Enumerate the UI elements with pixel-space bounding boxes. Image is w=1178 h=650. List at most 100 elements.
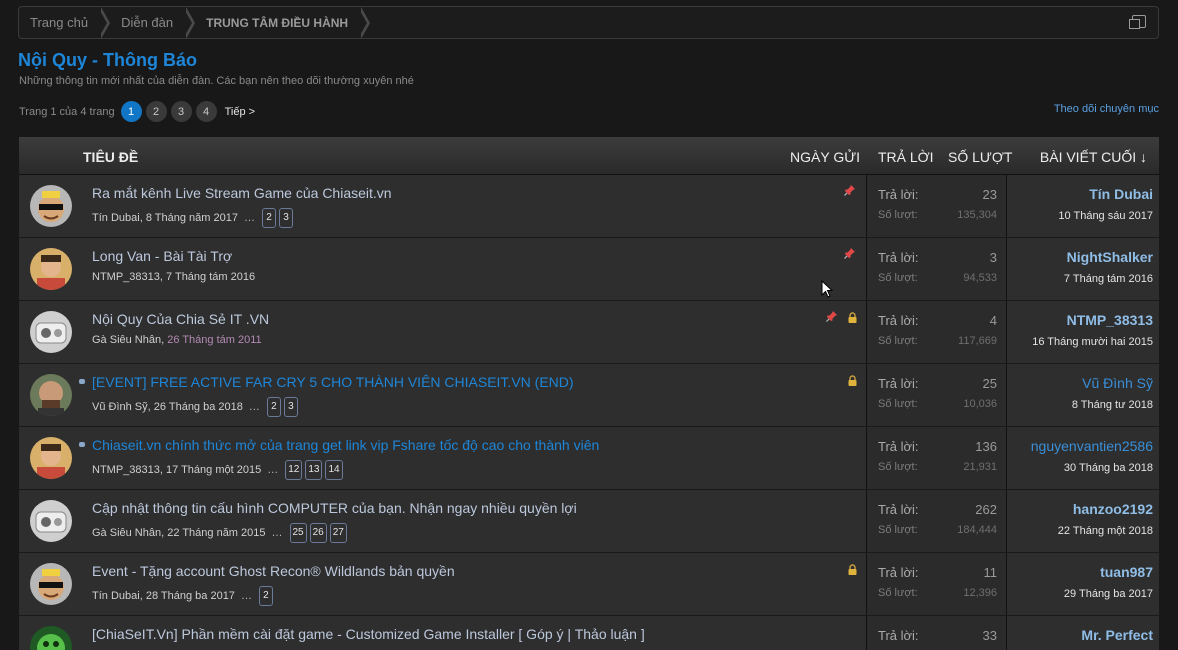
thread-author[interactable]: Gà Siêu Nhân <box>92 334 161 346</box>
thread-page-link[interactable]: 25 <box>289 523 307 543</box>
last-post: Vũ Đình Sỹ 8 Tháng tư 2018 <box>1003 364 1153 426</box>
views-count: 10,036 <box>963 398 997 410</box>
last-post: NTMP_38313 16 Tháng mười hai 2015 <box>1003 301 1153 363</box>
page-button-1[interactable]: 1 <box>120 101 142 122</box>
last-post-date[interactable]: 22 Tháng một 2018 <box>1058 525 1153 537</box>
page-description: Những thông tin mới nhất của diễn đàn. C… <box>19 75 414 87</box>
thread-author[interactable]: Gà Siêu Nhân <box>92 527 161 539</box>
thread-page-link[interactable]: 3 <box>278 208 293 228</box>
breadcrumb-label: Trang chủ <box>30 15 89 30</box>
last-post: NightShalker 7 Tháng tám 2016 <box>1003 238 1153 300</box>
last-post-user[interactable]: NightShalker <box>1067 249 1153 265</box>
avatar[interactable] <box>30 626 72 650</box>
last-post: tuan987 29 Tháng ba 2017 <box>1003 553 1153 615</box>
last-post-user[interactable]: Mr. Perfect <box>1081 627 1153 643</box>
page-button-2[interactable]: 2 <box>145 101 167 122</box>
jump-to-icon[interactable] <box>1129 15 1146 29</box>
thread-page-link[interactable]: 26 <box>309 523 327 543</box>
page-button-3[interactable]: 3 <box>170 101 192 122</box>
thread-start-date[interactable]: 8 Tháng năm 2017 <box>146 212 238 224</box>
page-button-4[interactable]: 4 <box>195 101 217 122</box>
thread-start-date[interactable]: 26 Tháng tám 2011 <box>167 334 261 346</box>
column-views[interactable]: SỐ LƯỢT <box>948 149 1012 165</box>
last-post-user[interactable]: hanzoo2192 <box>1073 501 1153 517</box>
thread-title[interactable]: Nội Quy Của Chia Sẻ IT .VN <box>92 311 269 327</box>
last-post-date[interactable]: 7 Tháng tám 2016 <box>1064 273 1153 285</box>
thread-row: Long Van - Bài Tài Trợ NTMP_38313, 7 Thán… <box>19 238 1159 301</box>
last-post-user[interactable]: tuan987 <box>1100 564 1153 580</box>
avatar[interactable] <box>30 563 72 605</box>
replies-label: Trả lời: <box>878 565 919 580</box>
last-post-date[interactable]: 8 Tháng tư 2018 <box>1072 399 1153 411</box>
column-title[interactable]: TIÊU ĐỀ <box>83 149 138 165</box>
replies-label: Trả lời: <box>878 313 919 328</box>
thread-title[interactable]: [EVENT] FREE ACTIVE FAR CRY 5 CHO THÀNH … <box>92 374 574 390</box>
thread-start-date[interactable]: 17 Tháng một 2015 <box>166 464 261 476</box>
views-count: 12,396 <box>963 587 997 599</box>
thread-title[interactable]: [ChiaSeIT.Vn] Phần mềm cài đặt game - Cu… <box>92 626 645 642</box>
thread-title[interactable]: Chiaseit.vn chính thức mở của trang get … <box>92 437 599 453</box>
thread-page-link[interactable]: 27 <box>329 523 347 543</box>
thread-page-link[interactable]: 13 <box>305 460 323 480</box>
last-post-user[interactable]: Tín Dubai <box>1089 186 1153 202</box>
thread-page-link[interactable]: 2 <box>261 208 276 228</box>
avatar[interactable] <box>30 185 72 227</box>
watch-forum-link[interactable]: Theo dõi chuyên mục <box>1054 103 1159 115</box>
next-page-link[interactable]: Tiếp > <box>225 106 255 118</box>
avatar[interactable] <box>30 500 72 542</box>
avatar[interactable] <box>30 311 72 353</box>
column-last-post[interactable]: BÀI VIẾT CUỐI ↓ <box>1040 149 1147 165</box>
thread-author[interactable]: Tín Dubai <box>92 212 140 224</box>
thread-page-link[interactable]: 2 <box>266 397 281 417</box>
thread-author[interactable]: NTMP_38313 <box>92 464 160 476</box>
thread-page-link[interactable]: 14 <box>325 460 343 480</box>
replies-count: 25 <box>982 376 997 391</box>
pagination: Trang 1 của 4 trang 1 2 3 4 Tiếp > <box>19 101 255 122</box>
thread-start-date[interactable]: 26 Tháng ba 2018 <box>154 401 243 413</box>
avatar[interactable] <box>30 248 72 290</box>
thread-row: Chiaseit.vn chính thức mở của trang get … <box>19 427 1159 490</box>
thread-page-link[interactable]: 2 <box>258 586 273 606</box>
column-replies[interactable]: TRẢ LỜI <box>878 149 934 165</box>
breadcrumb-section[interactable]: TRUNG TÂM ĐIỀU HÀNH <box>195 7 371 39</box>
thread-stats: Trả lời: 136 Số lượt: 21,931 <box>866 427 1007 489</box>
thread-start-date[interactable]: 7 Tháng tám 2016 <box>166 271 255 283</box>
thread-title[interactable]: Ra mắt kênh Live Stream Game của Chiasei… <box>92 185 392 201</box>
thread-page-link[interactable]: 3 <box>283 397 298 417</box>
thread-row: [EVENT] FREE ACTIVE FAR CRY 5 CHO THÀNH … <box>19 364 1159 427</box>
sticky-pin-icon <box>844 246 856 259</box>
views-count: 21,931 <box>963 461 997 473</box>
last-post-user[interactable]: nguyenvantien2586 <box>1031 438 1153 454</box>
last-post-date[interactable]: 30 Tháng ba 2018 <box>1064 462 1153 474</box>
pagination-label: Trang 1 của 4 trang <box>19 105 115 118</box>
replies-count: 23 <box>982 187 997 202</box>
thread-author[interactable]: Vũ Đình Sỹ <box>92 401 148 413</box>
thread-author[interactable]: NTMP_38313 <box>92 271 160 283</box>
column-date[interactable]: NGÀY GỬI <box>790 149 860 165</box>
breadcrumb-forum[interactable]: Diễn đàn <box>110 7 196 39</box>
views-count: 184,444 <box>957 524 997 536</box>
last-post-date[interactable]: 10 Tháng sáu 2017 <box>1058 210 1153 222</box>
replies-label: Trả lời: <box>878 376 919 391</box>
last-post-date[interactable]: 29 Tháng ba 2017 <box>1064 588 1153 600</box>
thread-title[interactable]: Event - Tặng account Ghost Recon® Wildla… <box>92 563 455 579</box>
replies-count: 4 <box>989 313 997 328</box>
thread-start-date[interactable]: 22 Tháng năm 2015 <box>167 527 265 539</box>
thread-meta: Vũ Đình Sỹ, 26 Tháng ba 2018… 2 3 <box>92 397 298 417</box>
avatar[interactable] <box>30 437 72 479</box>
last-post-user[interactable]: Vũ Đình Sỹ <box>1082 375 1153 391</box>
last-post-user[interactable]: NTMP_38313 <box>1067 312 1153 328</box>
thread-page-link[interactable]: 12 <box>285 460 303 480</box>
unread-dot-icon <box>79 379 85 384</box>
thread-stats: Trả lời: 11 Số lượt: 12,396 <box>866 553 1007 615</box>
breadcrumb-home[interactable]: Trang chủ <box>19 7 111 39</box>
thread-title[interactable]: Long Van - Bài Tài Trợ <box>92 248 232 264</box>
thread-list-header: TIÊU ĐỀ NGÀY GỬI TRẢ LỜI SỐ LƯỢT BÀI VIẾ… <box>19 137 1159 175</box>
thread-title[interactable]: Cập nhật thông tin cấu hình COMPUTER của… <box>92 500 577 516</box>
replies-count: 3 <box>989 250 997 265</box>
avatar[interactable] <box>30 374 72 416</box>
thread-author[interactable]: Tín Dubai <box>92 590 140 602</box>
last-post-date[interactable]: 16 Tháng mười hai 2015 <box>1032 336 1153 348</box>
thread-start-date[interactable]: 28 Tháng ba 2017 <box>146 590 235 602</box>
replies-label: Trả lời: <box>878 187 919 202</box>
